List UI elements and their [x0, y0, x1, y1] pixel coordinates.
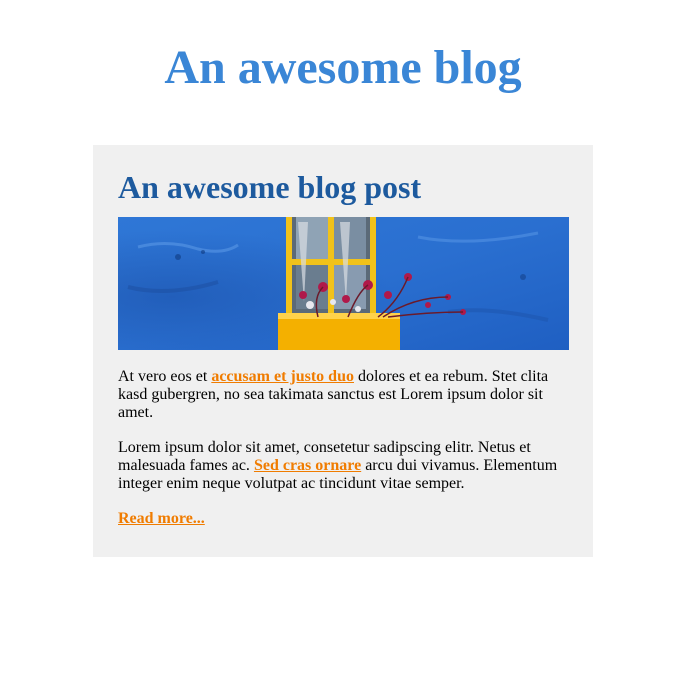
- inline-link[interactable]: accusam et justo duo: [211, 368, 354, 385]
- blog-post-card: An awesome blog post At vero eos et accu…: [93, 145, 593, 557]
- paragraph-text: At vero eos et: [118, 368, 212, 385]
- inline-link[interactable]: Sed cras ornare: [254, 457, 361, 474]
- post-paragraph-2: Lorem ipsum dolor sit amet, consetetur s…: [118, 439, 569, 493]
- site-title: An awesome blog: [164, 41, 522, 94]
- post-title: An awesome blog post: [118, 169, 422, 205]
- read-more-link[interactable]: Read more...: [118, 510, 205, 528]
- window-flowers-image: [118, 217, 569, 350]
- post-image: [118, 217, 569, 350]
- post-paragraph-1: At vero eos et accusam et justo duo dolo…: [118, 368, 569, 422]
